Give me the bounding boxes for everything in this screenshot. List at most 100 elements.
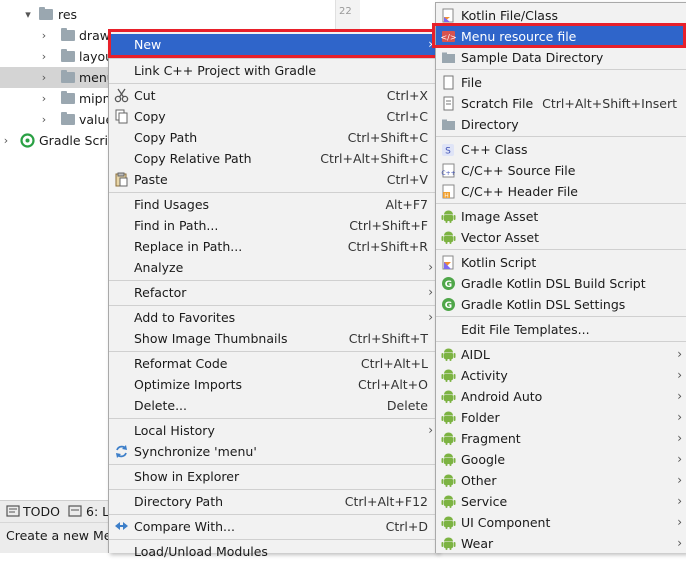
line-number: 22	[339, 6, 352, 17]
menu-resource-icon: </>	[441, 31, 456, 42]
svg-text:G: G	[445, 301, 452, 311]
chevron-right-icon[interactable]: ›	[38, 109, 50, 130]
shortcut-label: Ctrl+D	[385, 519, 428, 534]
submenu-item-sample-data-directory[interactable]: Sample Data Directory	[436, 47, 686, 68]
android-icon	[441, 348, 456, 361]
submenu-item-label: C++ Class	[461, 142, 528, 157]
menu-item-copy-path[interactable]: Copy Path Ctrl+Shift+C	[109, 127, 437, 148]
menu-item-local-history[interactable]: Local History ›	[109, 420, 437, 441]
submenu-item-cpp-header-file[interactable]: H C/C++ Header File	[436, 181, 686, 202]
submenu-item-vector-asset[interactable]: Vector Asset	[436, 227, 686, 248]
chevron-right-icon[interactable]: ›	[38, 88, 50, 109]
submenu-item-gradle-kotlin-dsl-settings[interactable]: G Gradle Kotlin DSL Settings	[436, 294, 686, 315]
android-icon	[441, 516, 456, 529]
menu-separator	[436, 316, 686, 317]
menu-item-compare-with[interactable]: Compare With... Ctrl+D	[109, 516, 437, 537]
submenu-item-android-auto[interactable]: Android Auto ›	[436, 386, 686, 407]
menu-separator	[436, 341, 686, 342]
menu-item-copy-relative-path[interactable]: Copy Relative Path Ctrl+Alt+Shift+C	[109, 148, 437, 169]
submenu-item-kotlin-file[interactable]: Kotlin File/Class	[436, 5, 686, 26]
menu-item-new[interactable]: New ›	[109, 34, 437, 55]
submenu-item-label: Google	[461, 452, 506, 467]
submenu-item-fragment[interactable]: Fragment ›	[436, 428, 686, 449]
submenu-item-file[interactable]: File	[436, 72, 686, 93]
submenu-item-edit-file-templates[interactable]: Edit File Templates...	[436, 319, 686, 340]
menu-separator	[109, 351, 437, 352]
submenu-item-label: Folder	[461, 410, 500, 425]
submenu-item-menu-resource-file[interactable]: </> Menu resource file	[436, 26, 686, 47]
svg-text:S: S	[445, 147, 451, 157]
chevron-right-icon[interactable]: ›	[38, 67, 50, 88]
menu-item-find-usages[interactable]: Find Usages Alt+F7	[109, 194, 437, 215]
chevron-right-icon: ›	[677, 389, 682, 403]
menu-item-directory-path[interactable]: Directory Path Ctrl+Alt+F12	[109, 491, 437, 512]
folder-icon	[61, 28, 75, 41]
chevron-right-icon[interactable]: ›	[38, 25, 50, 46]
submenu-item-label: Service	[461, 494, 508, 509]
menu-item-cut[interactable]: Cut Ctrl+X	[109, 85, 437, 106]
copy-icon	[115, 109, 128, 124]
menu-item-label: Refactor	[134, 285, 187, 300]
menu-separator	[436, 249, 686, 250]
menu-item-delete[interactable]: Delete... Delete	[109, 395, 437, 416]
submenu-item-gradle-kotlin-dsl-build-script[interactable]: G Gradle Kotlin DSL Build Script	[436, 273, 686, 294]
menu-item-label: Cut	[134, 88, 156, 103]
submenu-item-label: Wear	[461, 536, 494, 551]
submenu-item-scratch-file[interactable]: Scratch File Ctrl+Alt+Shift+Insert	[436, 93, 686, 114]
menu-separator	[109, 464, 437, 465]
submenu-item-kotlin-script[interactable]: Kotlin Script	[436, 252, 686, 273]
menu-item-copy[interactable]: Copy Ctrl+C	[109, 106, 437, 127]
submenu-item-folder[interactable]: Folder ›	[436, 407, 686, 428]
submenu-item-google[interactable]: Google ›	[436, 449, 686, 470]
menu-item-reformat-code[interactable]: Reformat Code Ctrl+Alt+L	[109, 353, 437, 374]
menu-item-replace-in-path[interactable]: Replace in Path... Ctrl+Shift+R	[109, 236, 437, 257]
menu-item-label: New	[134, 37, 162, 52]
shortcut-label: Ctrl+X	[386, 88, 428, 103]
submenu-item-ui-component[interactable]: UI Component ›	[436, 512, 686, 533]
menu-item-find-in-path[interactable]: Find in Path... Ctrl+Shift+F	[109, 215, 437, 236]
todo-tab[interactable]: TODO	[23, 504, 60, 519]
submenu-item-label: Sample Data Directory	[461, 50, 604, 65]
submenu-item-directory[interactable]: Directory	[436, 114, 686, 135]
android-icon	[441, 411, 456, 424]
folder-icon	[442, 52, 455, 63]
menu-item-label: Local History	[134, 423, 215, 438]
submenu-item-activity[interactable]: Activity ›	[436, 365, 686, 386]
submenu-item-cpp-class[interactable]: S C++ Class	[436, 139, 686, 160]
chevron-right-icon[interactable]: ›	[0, 130, 12, 151]
chevron-right-icon: ›	[677, 536, 682, 550]
chevron-right-icon: ›	[677, 347, 682, 361]
submenu-item-cpp-source-file[interactable]: C++ C/C++ Source File	[436, 160, 686, 181]
menu-item-show-in-explorer[interactable]: Show in Explorer	[109, 466, 437, 487]
menu-item-link-cpp[interactable]: Link C++ Project with Gradle	[109, 60, 437, 81]
menu-item-analyze[interactable]: Analyze ›	[109, 257, 437, 278]
file-icon	[443, 75, 454, 90]
android-icon	[441, 537, 456, 550]
chevron-down-icon[interactable]: ▾	[22, 4, 34, 25]
menu-separator	[109, 58, 437, 59]
submenu-item-label: C/C++ Source File	[461, 163, 576, 178]
shortcut-label: Ctrl+Alt+O	[358, 377, 428, 392]
menu-item-synchronize[interactable]: Synchronize 'menu'	[109, 441, 437, 462]
android-icon	[441, 432, 456, 445]
gradle-icon	[20, 133, 35, 148]
folder-icon	[39, 7, 53, 20]
submenu-item-aidl[interactable]: AIDL ›	[436, 344, 686, 365]
menu-item-show-image-thumbnails[interactable]: Show Image Thumbnails Ctrl+Shift+T	[109, 328, 437, 349]
menu-item-label: Copy Relative Path	[134, 151, 252, 166]
menu-item-add-to-favorites[interactable]: Add to Favorites ›	[109, 307, 437, 328]
menu-item-optimize-imports[interactable]: Optimize Imports Ctrl+Alt+O	[109, 374, 437, 395]
submenu-item-image-asset[interactable]: Image Asset	[436, 206, 686, 227]
submenu-item-label: Android Auto	[461, 389, 543, 404]
submenu-item-wear[interactable]: Wear ›	[436, 533, 686, 554]
menu-item-label: Compare With...	[134, 519, 235, 534]
status-text: Create a new Men	[6, 528, 120, 543]
submenu-item-other[interactable]: Other ›	[436, 470, 686, 491]
submenu-item-service[interactable]: Service ›	[436, 491, 686, 512]
menu-item-paste[interactable]: Paste Ctrl+V	[109, 169, 437, 190]
tree-item-res[interactable]: ▾ res	[0, 4, 335, 25]
menu-item-refactor[interactable]: Refactor ›	[109, 282, 437, 303]
logcat-tab[interactable]: 6: L	[86, 504, 109, 519]
chevron-right-icon[interactable]: ›	[38, 46, 50, 67]
compare-icon	[115, 522, 128, 530]
